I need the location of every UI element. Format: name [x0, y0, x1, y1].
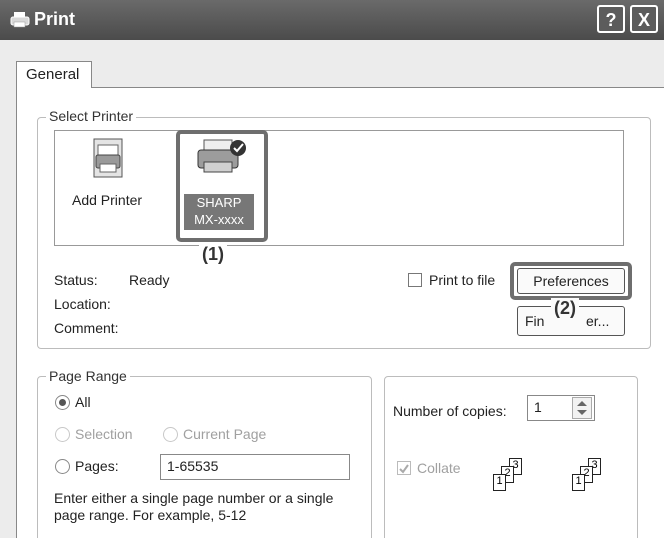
collate-label: Collate — [417, 460, 461, 476]
callout-1-label: (1) — [199, 244, 227, 265]
close-icon: X — [637, 10, 650, 30]
spinner-arrows-icon — [572, 397, 592, 419]
radio-selection[interactable] — [55, 427, 70, 442]
close-button[interactable]: X — [630, 5, 658, 33]
page-range-legend: Page Range — [46, 368, 130, 384]
selection-label: Selection — [75, 426, 133, 442]
status-label: Status: — [54, 272, 98, 288]
print-to-file-label: Print to file — [429, 272, 496, 288]
pages-label: Pages: — [75, 458, 119, 474]
pages-input[interactable]: 1-65535 — [160, 454, 350, 480]
page-range-hint-line1: Enter either a single page number or a s… — [54, 490, 334, 506]
all-label: All — [75, 394, 91, 410]
page-icon-1: 1 — [493, 474, 506, 491]
find-printer-label-left: Fin — [525, 313, 545, 329]
radio-all[interactable] — [55, 395, 70, 410]
help-icon: ? — [605, 10, 617, 30]
window-title: Print — [34, 9, 76, 29]
find-printer-label-right: er... — [586, 313, 610, 329]
number-of-copies-label: Number of copies: — [393, 403, 507, 419]
radio-current-page[interactable] — [163, 427, 178, 442]
add-printer-icon — [93, 138, 123, 178]
copies-spinner[interactable] — [572, 397, 592, 419]
collate-diagram-2: 3 2 1 — [566, 452, 626, 504]
collate-checkbox[interactable] — [397, 461, 411, 475]
printer-icon — [10, 12, 30, 28]
location-label: Location: — [54, 296, 111, 312]
preferences-button[interactable]: Preferences — [517, 268, 625, 294]
print-dialog: Print ? X General Select Printer Add Pri… — [0, 0, 664, 538]
help-button[interactable]: ? — [597, 5, 625, 33]
add-printer-item[interactable]: Add Printer — [66, 134, 156, 214]
callout-1-highlight — [176, 130, 268, 242]
collate-diagram-1: 3 2 1 — [487, 452, 547, 504]
add-printer-label: Add Printer — [72, 192, 143, 208]
page-icon-1: 1 — [572, 474, 585, 491]
callout-2-label: (2) — [551, 298, 579, 319]
current-page-label: Current Page — [183, 426, 267, 442]
status-value: Ready — [129, 272, 170, 288]
checkmark-icon — [399, 464, 409, 474]
print-to-file-checkbox[interactable] — [408, 273, 422, 287]
comment-label: Comment: — [54, 320, 119, 336]
radio-pages[interactable] — [55, 459, 70, 474]
page-range-hint-line2: page range. For example, 5-12 — [54, 507, 247, 523]
tab-general[interactable]: General — [16, 61, 92, 88]
select-printer-legend: Select Printer — [46, 108, 137, 124]
title-bar: Print ? X — [0, 0, 664, 40]
